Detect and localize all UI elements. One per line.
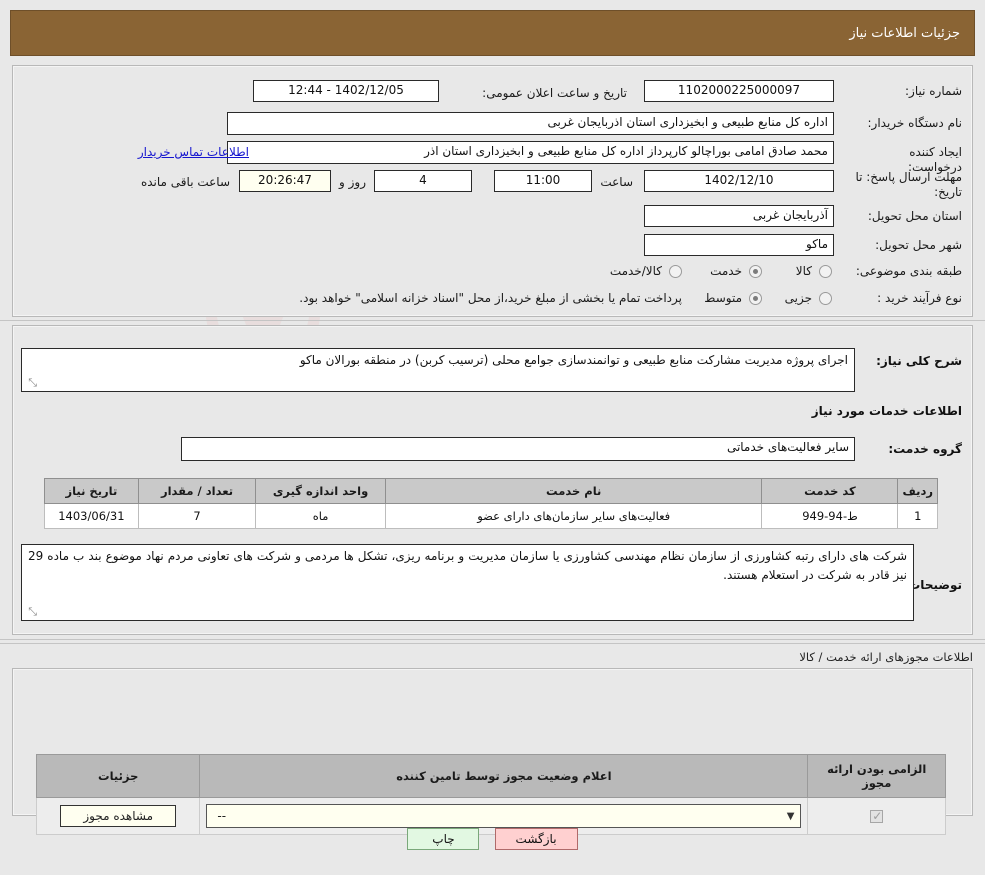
cell-quantity: 7 xyxy=(137,503,257,529)
cell-need-date: 1403/06/31 xyxy=(44,503,139,529)
radio-process-minor-label: جزیی xyxy=(784,291,812,305)
permits-table: الزامی بودن ارائه مجوز اعلام وضعیت مجوز … xyxy=(35,754,946,835)
view-permit-button[interactable]: مشاهده مجوز xyxy=(60,805,177,827)
permits-panel: الزامی بودن ارائه مجوز اعلام وضعیت مجوز … xyxy=(12,668,973,835)
province-label: استان محل تحویل: xyxy=(867,209,962,223)
need-summary-panel: شماره نیاز: 1102000225000097 تاریخ و ساع… xyxy=(12,65,973,317)
radio-category-goods-service[interactable] xyxy=(669,265,682,278)
th-permit-status: اعلام وضعیت مجوز توسط تامین کننده xyxy=(199,754,809,798)
header-wrap: جزئیات اطلاعات نیاز xyxy=(10,10,975,56)
deadline-date-value: 1402/12/10 xyxy=(644,170,834,192)
buyer-notes-value: شرکت های دارای رتبه کشاورزی از سازمان نظ… xyxy=(21,544,914,621)
page-title: جزئیات اطلاعات نیاز xyxy=(849,25,960,41)
province-value: آذربایجان غربی xyxy=(644,205,834,227)
radio-process-medium-label: متوسط xyxy=(704,291,742,305)
divider-2 xyxy=(0,639,985,640)
divider-3 xyxy=(0,643,985,644)
category-label: طبقه بندی موضوعی: xyxy=(855,264,962,278)
cell-name: فعالیت‌های سایر سازمان‌های دارای عضو xyxy=(384,503,763,529)
need-number-value: 1102000225000097 xyxy=(644,80,834,102)
hour-label: ساعت xyxy=(600,175,633,189)
resize-grip-icon[interactable] xyxy=(25,377,37,389)
description-label: شرح کلی نیاز: xyxy=(876,354,962,368)
th-name: نام خدمت xyxy=(384,478,763,504)
th-quantity: تعداد / مقدار xyxy=(137,478,257,504)
print-button[interactable]: چاپ xyxy=(407,828,480,850)
permit-required-checkbox xyxy=(870,809,884,823)
table-row: 1 ط-94-949 فعالیت‌های سایر سازمان‌های دا… xyxy=(44,503,938,529)
buyer-org-label: نام دستگاه خریدار: xyxy=(867,116,963,130)
permit-status-select[interactable]: ▼ -- xyxy=(206,804,802,828)
cell-code: ط-94-949 xyxy=(761,503,899,529)
th-code: کد خدمت xyxy=(761,478,899,504)
radio-category-service-label: خدمت xyxy=(710,264,742,278)
services-table: ردیف کد خدمت نام خدمت واحد اندازه گیری ت… xyxy=(44,478,938,529)
radio-category-goods-service-label: کالا/خدمت xyxy=(609,264,662,278)
th-row: ردیف xyxy=(897,478,938,504)
description-value: اجرای پروژه مدیریت مشارکت منابع طبیعی و … xyxy=(21,348,855,392)
resize-grip-icon[interactable] xyxy=(25,606,37,618)
services-section-title: اطلاعات خدمات مورد نیاز xyxy=(811,404,962,418)
countdown-value: 20:26:47 xyxy=(239,170,331,192)
deadline-label: مهلت ارسال پاسخ: تا تاریخ: xyxy=(855,170,962,199)
need-details-panel: شرح کلی نیاز: اجرای پروژه مدیریت مشارکت … xyxy=(12,325,973,635)
services-table-header-row: ردیف کد خدمت نام خدمت واحد اندازه گیری ت… xyxy=(44,478,938,504)
city-value: ماکو xyxy=(644,234,834,256)
th-permit-details: جزئیات xyxy=(35,754,201,798)
page-header: جزئیات اطلاعات نیاز xyxy=(10,10,975,56)
permit-status-value: -- xyxy=(217,809,227,823)
need-number-label: شماره نیاز: xyxy=(905,84,962,98)
buyer-contact-link[interactable]: اطلاعات تماس خریدار xyxy=(138,145,249,159)
chevron-down-icon: ▼ xyxy=(786,810,795,822)
cell-row: 1 xyxy=(897,503,938,529)
deadline-time-value: 11:00 xyxy=(494,170,592,192)
remaining-days-value: 4 xyxy=(374,170,472,192)
th-need-date: تاریخ نیاز xyxy=(44,478,139,504)
cell-unit: ماه xyxy=(255,503,386,529)
days-label: روز و xyxy=(339,175,366,189)
city-label: شهر محل تحویل: xyxy=(875,238,962,252)
service-group-label: گروه خدمت: xyxy=(888,442,962,456)
th-permit-required: الزامی بودن ارائه مجوز xyxy=(807,754,946,798)
remaining-label: ساعت باقی مانده xyxy=(140,175,230,189)
announce-label: تاریخ و ساعت اعلان عمومی: xyxy=(482,86,627,100)
permits-section-title: اطلاعات مجوزهای ارائه خدمت / کالا xyxy=(799,650,973,664)
radio-category-goods-label: کالا xyxy=(795,264,812,278)
footer-actions: بازگشت چاپ xyxy=(0,828,985,850)
service-group-value: سایر فعالیت‌های خدماتی xyxy=(181,437,855,461)
buyer-notes-text: شرکت های دارای رتبه کشاورزی از سازمان نظ… xyxy=(28,549,907,582)
divider-1 xyxy=(0,320,985,321)
process-label: نوع فرآیند خرید : xyxy=(877,291,962,305)
radio-process-minor[interactable] xyxy=(819,292,832,305)
process-note: پرداخت تمام یا بخشی از مبلغ خرید،از محل … xyxy=(299,291,682,305)
th-unit: واحد اندازه گیری xyxy=(255,478,386,504)
permits-table-header-row: الزامی بودن ارائه مجوز اعلام وضعیت مجوز … xyxy=(35,754,946,798)
buyer-org-value: اداره کل منابع طبیعی و ابخیزداری استان ا… xyxy=(227,112,834,135)
description-text: اجرای پروژه مدیریت مشارکت منابع طبیعی و … xyxy=(299,353,848,367)
creator-value: محمد صادق امامی بوراچالو کارپرداز اداره … xyxy=(227,141,834,164)
radio-category-goods[interactable] xyxy=(819,265,832,278)
back-button[interactable]: بازگشت xyxy=(494,828,578,850)
page-root: AriaTender.net جزئیات اطلاعات نیاز شماره… xyxy=(0,0,985,875)
radio-category-service[interactable] xyxy=(749,265,762,278)
announce-value: 1402/12/05 - 12:44 xyxy=(253,80,439,102)
radio-process-medium[interactable] xyxy=(749,292,762,305)
